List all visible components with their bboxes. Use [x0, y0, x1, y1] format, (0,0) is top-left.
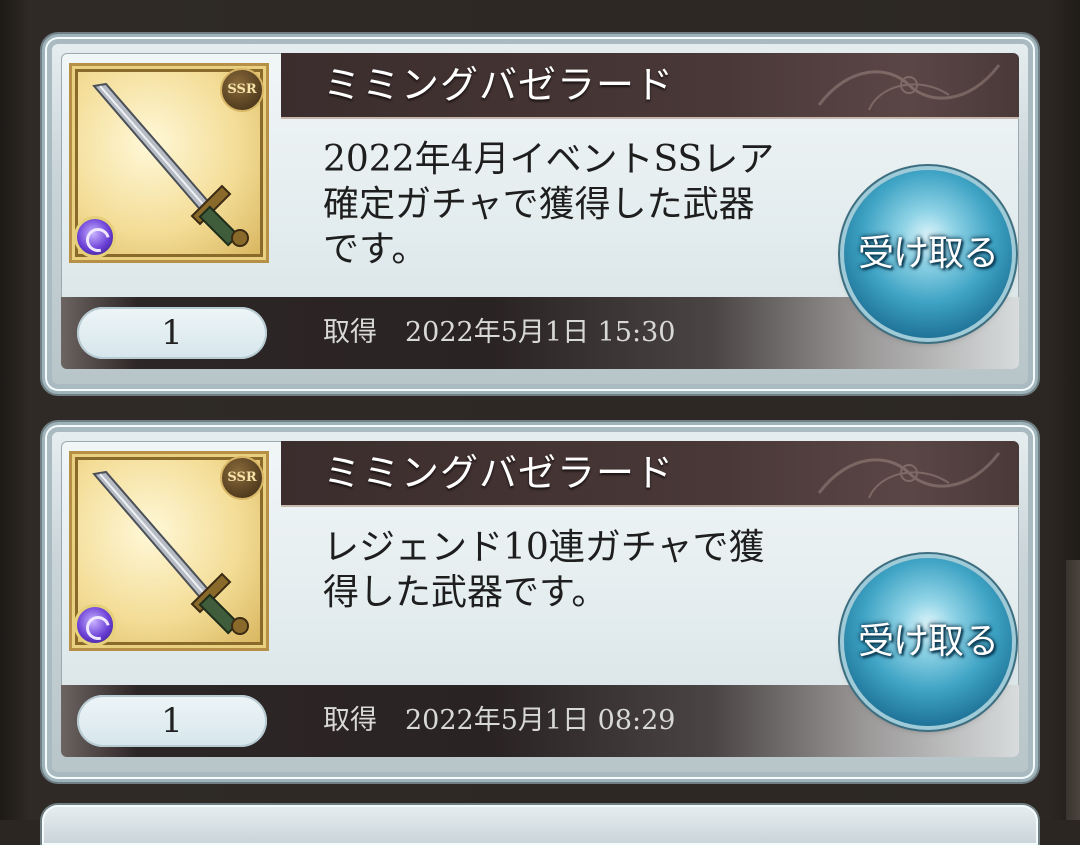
- next-gift-item-card: [42, 805, 1038, 845]
- gift-item-body: ミミングバゼラード SSR レジェンド10連ガチャで獲 得した武器です。 1 取…: [61, 441, 1019, 757]
- gift-item-card: ミミングバゼラード SSR 2022年4月イベントSSレア 確定ガチャで獲得した…: [42, 34, 1038, 394]
- gift-item-body: ミミングバゼラード SSR 2022年4月イベントSSレア 確定ガチャで獲得した…: [61, 53, 1019, 369]
- item-name: ミミングバゼラード: [323, 451, 675, 495]
- quantity-pill: 1: [77, 695, 267, 747]
- element-dark-icon: [74, 216, 116, 258]
- receive-button[interactable]: 受け取る: [844, 558, 1012, 726]
- acquired-date: 2022年5月1日 08:29: [405, 705, 676, 736]
- item-name: ミミングバゼラード: [323, 63, 675, 107]
- ssr-badge: SSR: [220, 456, 264, 500]
- item-count: 1: [161, 701, 183, 741]
- acquired-date: 2022年5月1日 15:30: [405, 317, 676, 348]
- ssr-badge: SSR: [220, 68, 264, 112]
- acquired-info: 取得 2022年5月1日 15:30: [323, 315, 675, 351]
- description-line: 2022年4月イベントSSレア: [323, 139, 775, 180]
- gift-item-card: ミミングバゼラード SSR レジェンド10連ガチャで獲 得した武器です。 1 取…: [42, 422, 1038, 782]
- ornament-icon: [817, 64, 1001, 111]
- receive-button-label: 受け取る: [857, 621, 999, 662]
- acquired-label: 取得: [323, 705, 377, 736]
- item-description: 2022年4月イベントSSレア 確定ガチャで獲得した武器 です。: [323, 137, 833, 272]
- receive-button-label: 受け取る: [857, 233, 999, 274]
- quantity-pill: 1: [77, 307, 267, 359]
- ornament-icon: [817, 452, 1001, 499]
- description-line: レジェンド10連ガチャで獲: [323, 527, 765, 568]
- description-line: です。: [323, 229, 428, 270]
- acquired-label: 取得: [323, 317, 377, 348]
- scrollbar[interactable]: [1066, 560, 1080, 820]
- item-count: 1: [161, 313, 183, 353]
- item-description: レジェンド10連ガチャで獲 得した武器です。: [323, 525, 833, 615]
- element-dark-icon: [74, 604, 116, 646]
- description-line: 得した武器です。: [323, 572, 608, 613]
- acquired-info: 取得 2022年5月1日 08:29: [323, 703, 675, 739]
- weapon-thumbnail[interactable]: SSR: [69, 451, 269, 651]
- description-line: 確定ガチャで獲得した武器: [323, 184, 755, 225]
- weapon-thumbnail[interactable]: SSR: [69, 63, 269, 263]
- receive-button[interactable]: 受け取る: [844, 170, 1012, 338]
